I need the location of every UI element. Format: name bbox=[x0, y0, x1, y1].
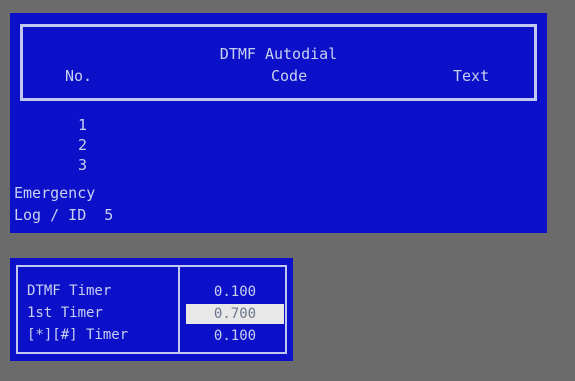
log-id-entry[interactable]: Log / ID 5 bbox=[14, 206, 113, 224]
timer-label-dtmf: DTMF Timer bbox=[27, 283, 112, 299]
timer-settings-box: DTMF Timer 0.100 1st Timer 0.700 [*][#] … bbox=[16, 265, 287, 354]
autodial-header: DTMF Autodial No. Code Text bbox=[20, 24, 537, 101]
dtmf-autodial-panel: DTMF Autodial No. Code Text 1 2 3 Emerge… bbox=[10, 13, 547, 233]
timer-divider bbox=[178, 267, 180, 352]
timer-label-star-hash: [*][#] Timer bbox=[27, 327, 129, 343]
autodial-entry-1[interactable]: 1 bbox=[78, 116, 87, 134]
timer-panel: DTMF Timer 0.100 1st Timer 0.700 [*][#] … bbox=[10, 258, 293, 361]
timer-label-1st: 1st Timer bbox=[27, 305, 103, 321]
timer-value-dtmf[interactable]: 0.100 bbox=[186, 282, 284, 302]
autodial-title: DTMF Autodial bbox=[219, 45, 338, 63]
column-header-code: Code bbox=[271, 67, 308, 85]
autodial-entry-3[interactable]: 3 bbox=[78, 156, 87, 174]
column-header-text: Text bbox=[453, 67, 490, 85]
emergency-entry[interactable]: Emergency bbox=[14, 184, 95, 202]
column-header-no: No. bbox=[65, 67, 93, 85]
timer-value-1st[interactable]: 0.700 bbox=[186, 304, 284, 324]
timer-value-star-hash[interactable]: 0.100 bbox=[186, 326, 284, 346]
autodial-entry-2[interactable]: 2 bbox=[78, 136, 87, 154]
